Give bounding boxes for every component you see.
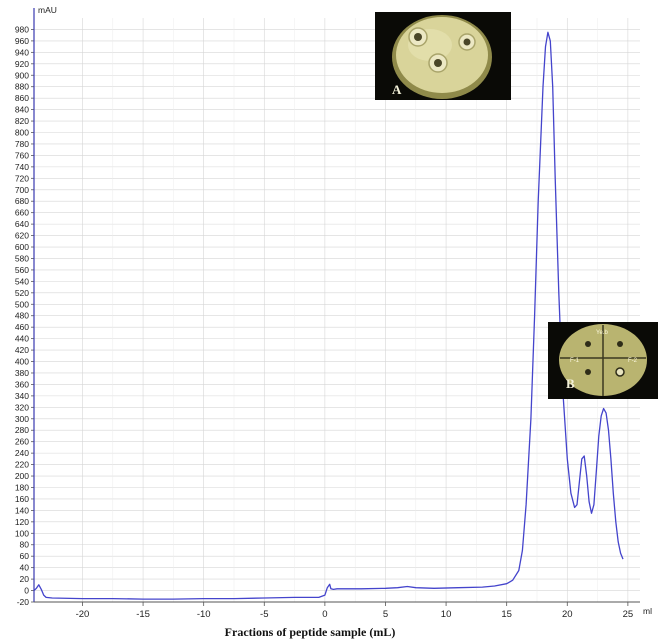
y-unit-label: mAU [38,5,57,15]
y-tick-label: 820 [15,116,29,126]
y-tick-labels: -200 2040 6080 100120 140160 180200220 240260 2… [15,24,29,607]
y-tick-label: 60 [20,551,30,561]
inset-a-well-1-core [414,33,422,41]
y-tick-label: 80 [20,540,30,550]
inset-a-well-3-core [434,59,442,67]
y-tick-label: 700 [15,185,29,195]
y-tick-label: 0 [24,586,29,596]
x-tick-label: 20 [562,609,573,620]
x-tick-label: 15 [501,609,512,620]
y-tick-label: 340 [15,391,29,401]
y-tick-label: 680 [15,196,29,206]
y-tick-label: 360 [15,379,29,389]
x-tick-label: 0 [322,609,327,620]
y-tick-label: 320 [15,402,29,412]
y-tick-label: 540 [15,276,29,286]
y-tick-label: 600 [15,242,29,252]
inset-b-plate-text-2: F-1 [570,358,580,364]
y-tick-label: 100 [15,528,29,538]
inset-b-well-4 [615,367,625,377]
inset-photo-a: A [375,12,511,100]
inset-a-well-2-core [463,38,471,46]
x-tick-label: -10 [197,609,211,620]
inset-b-well-1 [585,341,591,347]
inset-b-plate-text-3: F-2 [628,358,638,364]
y-tick-label: -20 [17,597,30,607]
y-tick-label: 760 [15,150,29,160]
y-tick-label: 620 [15,231,29,241]
y-tick-label: 900 [15,70,29,80]
x-unit-label: ml [643,606,652,616]
y-tick-label: 120 [15,517,29,527]
x-tick-label: 5 [383,609,388,620]
x-tick-label: -20 [76,609,90,620]
inset-b-plate-text-1: Ye.b [596,330,608,336]
y-tick-label: 460 [15,322,29,332]
y-tick-label: 920 [15,59,29,69]
y-tick-label: 740 [15,162,29,172]
x-axis-title: Fractions of peptide sample (mL) [225,625,396,639]
y-tick-label: 380 [15,368,29,378]
y-tick-label: 40 [20,563,30,573]
y-tick-label: 160 [15,494,29,504]
y-tick-label: 560 [15,265,29,275]
y-tick-label: 720 [15,173,29,183]
y-tick-label: 500 [15,299,29,309]
x-tick-label: 10 [441,609,452,620]
x-tick-label: 25 [623,609,634,620]
y-tick-label: 580 [15,253,29,263]
y-tick-label: 980 [15,24,29,34]
y-tick-label: 860 [15,93,29,103]
y-tick-label: 240 [15,448,29,458]
inset-b-label: B [566,376,575,391]
y-tick-label: 140 [15,505,29,515]
y-tick-label: 660 [15,208,29,218]
y-tick-label: 420 [15,345,29,355]
y-tick-label: 780 [15,139,29,149]
y-tick-label: 520 [15,288,29,298]
inset-a-label: A [392,82,402,97]
y-tick-label: 220 [15,460,29,470]
inset-b-well-3 [585,369,591,375]
y-tick-label: 440 [15,334,29,344]
y-tick-label: 300 [15,414,29,424]
x-tick-label: -5 [260,609,268,620]
inset-photo-b: Ye.b F-1 F-2 B [548,322,658,399]
y-tick-label: 280 [15,425,29,435]
x-tick-label: -15 [136,609,150,620]
y-tick-label: 260 [15,437,29,447]
y-tick-label: 940 [15,47,29,57]
y-tick-label: 960 [15,36,29,46]
y-tick-label: 840 [15,105,29,115]
y-tick-label: 480 [15,311,29,321]
y-tick-label: 640 [15,219,29,229]
y-tick-label: 400 [15,357,29,367]
inset-b-well-2 [617,341,623,347]
y-tick-label: 200 [15,471,29,481]
plot-background [0,0,666,643]
y-tick-label: 20 [20,574,30,584]
y-tick-label: 180 [15,482,29,492]
y-tick-label: 800 [15,128,29,138]
chromatogram-chart: -200204060801001201401601802002202402602… [0,0,666,643]
y-tick-label: 880 [15,82,29,92]
